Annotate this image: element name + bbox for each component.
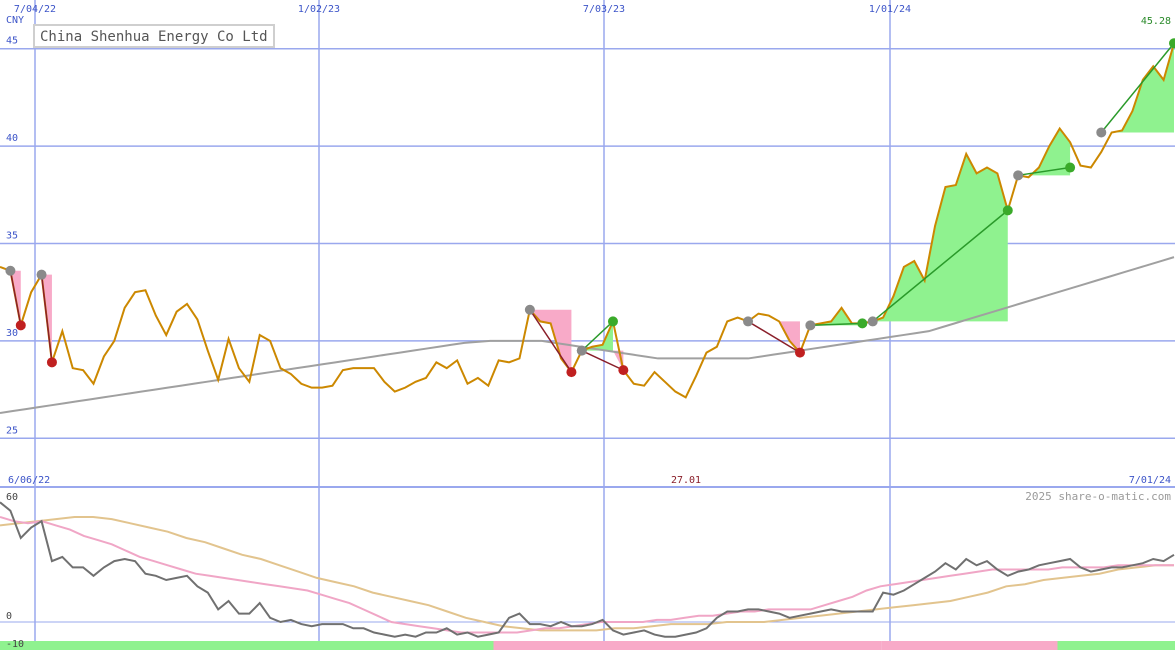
trend-end-marker bbox=[607, 316, 618, 327]
y-tick-label: 60 bbox=[6, 492, 18, 503]
histogram-segment bbox=[1057, 641, 1175, 650]
trend-start-marker bbox=[743, 316, 754, 327]
histogram-segment bbox=[881, 641, 1058, 650]
y-tick-label: 25 bbox=[6, 425, 18, 436]
trend-end-marker bbox=[794, 347, 805, 358]
trend-end-marker bbox=[857, 318, 868, 329]
trend-start-marker bbox=[805, 320, 816, 331]
y-tick-label: 0 bbox=[6, 611, 12, 622]
chart-title: China Shenhua Energy Co Ltd bbox=[33, 24, 275, 48]
histogram-segment bbox=[493, 641, 882, 650]
trend-end-marker bbox=[566, 367, 577, 378]
trend-start-marker bbox=[1096, 127, 1107, 138]
trend-start-marker bbox=[36, 269, 47, 280]
trend-end-marker bbox=[46, 357, 57, 368]
trend-start-marker bbox=[5, 265, 16, 276]
y-tick-label: 30 bbox=[6, 328, 18, 339]
trend-end-marker bbox=[1065, 162, 1076, 173]
x-tick-label: 1/01/24 bbox=[869, 4, 911, 15]
trend-start-marker bbox=[576, 345, 587, 356]
trend-end-marker bbox=[618, 365, 629, 376]
trend-start-marker bbox=[524, 304, 535, 315]
oscillator-histogram bbox=[0, 641, 1175, 650]
y-tick-label: -10 bbox=[6, 639, 24, 650]
last-price-label: 45.28 bbox=[1141, 16, 1171, 27]
x-tick-label-start: 6/06/22 bbox=[8, 475, 50, 486]
copyright-label: 2025 share-o-matic.com bbox=[1025, 490, 1171, 503]
trend-end-marker bbox=[1002, 205, 1013, 216]
currency-label: CNY bbox=[6, 15, 24, 26]
y-tick-label: 45 bbox=[6, 36, 18, 47]
x-tick-label: 7/03/23 bbox=[583, 4, 625, 15]
y-tick-label: 40 bbox=[6, 133, 18, 144]
histogram-segment bbox=[0, 641, 494, 650]
x-tick-label: 1/02/23 bbox=[298, 4, 340, 15]
oscillator-value-label: 27.01 bbox=[671, 475, 701, 486]
x-tick-label: 7/04/22 bbox=[14, 4, 56, 15]
x-tick-label-end: 7/01/24 bbox=[1129, 475, 1171, 486]
trend-start-marker bbox=[1013, 170, 1024, 181]
y-tick-label: 35 bbox=[6, 231, 18, 242]
trend-start-marker bbox=[867, 316, 878, 327]
stock-chart: CNY 25 30 35 40 45 7/04/22 1/02/23 7/03/23 1/01/2… bbox=[0, 0, 1175, 650]
